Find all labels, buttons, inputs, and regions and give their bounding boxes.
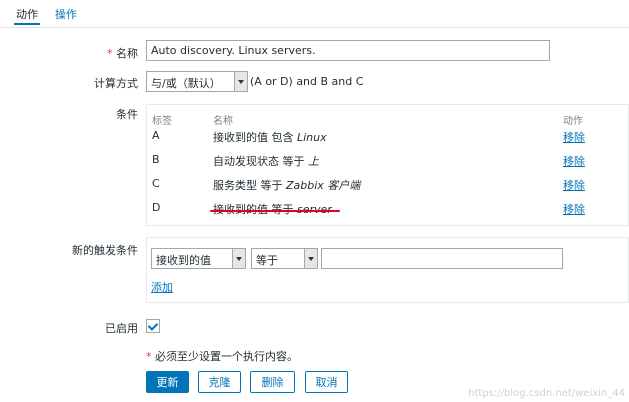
condition-tag: C <box>152 177 160 190</box>
chevron-down-icon <box>304 249 317 268</box>
name-input[interactable] <box>146 40 550 61</box>
condition-text: 接收到的值 包含 Linux <box>213 131 327 144</box>
new-condition-label: 新的触发条件 <box>72 244 138 257</box>
remove-condition-d-link[interactable]: 移除 <box>563 201 585 217</box>
watermark: https://blog.csdn.net/weixin_44 <box>468 388 625 399</box>
tab-operations[interactable]: 操作 <box>55 6 77 22</box>
condition-text: 自动发现状态 等于 上 <box>213 155 319 168</box>
condition-operator-select[interactable]: 等于 <box>251 248 318 269</box>
condition-text: 服务类型 等于 Zabbix 客户端 <box>213 179 361 192</box>
required-note: * 必须至少设置一个执行内容。 <box>146 350 298 363</box>
annotation-underline <box>210 210 340 212</box>
conditions-label: 条件 <box>116 108 138 121</box>
condition-value-input[interactable] <box>321 248 563 269</box>
name-label: * 名称 <box>107 47 138 60</box>
col-header-name: 名称 <box>213 116 233 127</box>
col-header-tag: 标签 <box>152 116 172 127</box>
enabled-checkbox[interactable] <box>146 319 160 333</box>
calc-type-value: 与/或（默认） <box>151 77 221 90</box>
remove-condition-b-link[interactable]: 移除 <box>563 153 585 169</box>
delete-button[interactable]: 删除 <box>250 371 295 393</box>
condition-tag: A <box>152 129 160 142</box>
calc-type-label: 计算方式 <box>94 77 138 90</box>
tab-bar: 动作 操作 <box>0 0 629 28</box>
condition-tag: B <box>152 153 160 166</box>
condition-text: 接收到的值 等于 server <box>213 201 332 217</box>
required-mark: * <box>107 47 113 60</box>
new-condition-box <box>146 237 629 303</box>
condition-type-select[interactable]: 接收到的值 <box>151 248 246 269</box>
calc-type-select[interactable]: 与/或（默认） <box>146 71 248 92</box>
update-button[interactable]: 更新 <box>146 371 189 393</box>
chevron-down-icon <box>232 249 245 268</box>
remove-condition-a-link[interactable]: 移除 <box>563 129 585 145</box>
col-header-action: 动作 <box>563 116 583 127</box>
chevron-down-icon <box>234 72 247 91</box>
clone-button[interactable]: 克隆 <box>198 371 241 393</box>
conditions-table: 标签 名称 动作 A 接收到的值 包含 Linux 移除 B 自动发现状态 等于… <box>146 104 629 226</box>
remove-condition-c-link[interactable]: 移除 <box>563 177 585 193</box>
condition-tag: D <box>152 201 161 214</box>
add-condition-link[interactable]: 添加 <box>151 279 173 295</box>
condition-operator-value: 等于 <box>256 254 278 267</box>
enabled-label: 已启用 <box>105 322 138 335</box>
cancel-button[interactable]: 取消 <box>305 371 348 393</box>
calc-formula: (A or D) and B and C <box>250 75 364 88</box>
tab-action[interactable]: 动作 <box>14 6 40 25</box>
condition-type-value: 接收到的值 <box>156 254 211 267</box>
